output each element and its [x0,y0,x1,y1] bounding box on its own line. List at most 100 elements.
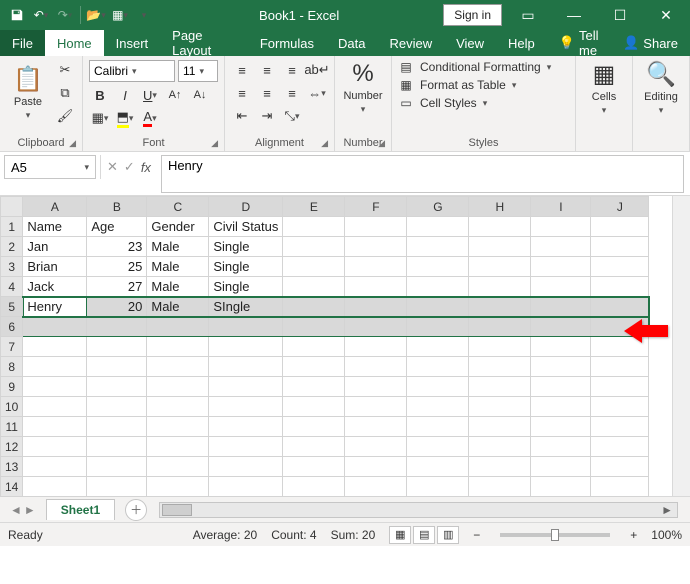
cell[interactable] [469,457,531,477]
cell[interactable] [531,357,591,377]
row-header[interactable]: 11 [1,417,23,437]
cell[interactable] [531,317,591,337]
open-icon[interactable]: 📂▾ [85,4,107,26]
increase-indent-icon[interactable]: ⇥ [256,106,278,126]
font-color-button[interactable]: A▾ [139,108,161,128]
sheet-tab-active[interactable]: Sheet1 [46,499,115,520]
cell[interactable]: Male [147,237,209,257]
cell[interactable] [87,317,147,337]
merge-center-icon[interactable]: ⇔▾ [306,83,328,103]
tab-review[interactable]: Review [377,30,444,56]
alignment-launcher-icon[interactable]: ◢ [321,138,328,149]
redo-icon[interactable]: ↷▾ [54,4,76,26]
name-box[interactable]: A5▾ [4,155,96,179]
column-header[interactable]: F [345,197,407,217]
cell[interactable]: Male [147,297,209,317]
cell[interactable] [531,237,591,257]
cell[interactable] [283,397,345,417]
cell[interactable] [209,477,283,497]
row-header[interactable]: 4 [1,277,23,297]
tab-view[interactable]: View [444,30,496,56]
cell[interactable] [147,437,209,457]
cell[interactable] [283,237,345,257]
zoom-slider[interactable] [500,533,610,537]
cell[interactable] [407,377,469,397]
cell[interactable] [345,277,407,297]
fx-icon[interactable]: fx [141,160,151,175]
row-header[interactable]: 1 [1,217,23,237]
cell[interactable]: Henry [23,297,87,317]
column-header[interactable]: H [469,197,531,217]
cell[interactable] [407,317,469,337]
cell[interactable] [531,257,591,277]
cell[interactable] [345,417,407,437]
row-header[interactable]: 14 [1,477,23,497]
sheet-nav-prev-icon[interactable]: ◄ [10,503,22,517]
cell[interactable] [469,437,531,457]
cell[interactable] [345,297,407,317]
editing-button[interactable]: 🔍 Editing ▾ [639,60,683,116]
align-top-icon[interactable]: ≡ [231,60,253,80]
cell[interactable] [87,357,147,377]
cell[interactable] [283,317,345,337]
cell[interactable] [345,437,407,457]
increase-font-icon[interactable]: A↑ [164,85,186,105]
column-header[interactable]: D [209,197,283,217]
cell[interactable] [345,337,407,357]
cell[interactable] [87,337,147,357]
align-right-icon[interactable]: ≡ [281,83,303,103]
cell[interactable] [469,377,531,397]
cell[interactable] [345,257,407,277]
cell[interactable] [283,417,345,437]
qat-customize-icon[interactable]: ▾ [133,4,155,26]
cell[interactable] [531,477,591,497]
tab-file[interactable]: File [0,30,45,56]
cell[interactable] [591,297,649,317]
cell[interactable] [345,477,407,497]
row-header[interactable]: 13 [1,457,23,477]
cell[interactable] [147,397,209,417]
column-header[interactable]: J [591,197,649,217]
cell[interactable] [407,257,469,277]
cell[interactable] [87,477,147,497]
cell[interactable] [407,397,469,417]
cell[interactable] [209,357,283,377]
cell[interactable] [283,377,345,397]
undo-icon[interactable]: ↶▾ [30,4,52,26]
cell[interactable] [531,377,591,397]
align-bottom-icon[interactable]: ≡ [281,60,303,80]
cell[interactable] [23,417,87,437]
cell[interactable] [147,337,209,357]
tab-help[interactable]: Help [496,30,547,56]
column-header[interactable]: I [531,197,591,217]
cell[interactable] [23,317,87,337]
decrease-indent-icon[interactable]: ⇤ [231,106,253,126]
tab-page-layout[interactable]: Page Layout [160,30,248,56]
ribbon-options-icon[interactable]: ▭ [508,0,548,30]
number-format-button[interactable]: % Number ▾ [341,60,385,115]
formula-input[interactable]: Henry [161,155,684,193]
enter-formula-icon[interactable]: ✓ [124,159,135,175]
wrap-text-icon[interactable]: ab↵ [306,60,328,80]
column-header[interactable]: G [407,197,469,217]
cell[interactable] [283,337,345,357]
cell[interactable] [591,257,649,277]
minimize-icon[interactable]: — [554,0,594,30]
clipboard-launcher-icon[interactable]: ◢ [69,138,76,149]
cell[interactable] [283,217,345,237]
cell[interactable] [469,237,531,257]
zoom-in-button[interactable]: + [630,528,637,542]
align-center-icon[interactable]: ≡ [256,83,278,103]
number-launcher-icon[interactable]: ◢ [378,138,385,149]
cell[interactable] [531,337,591,357]
cell[interactable]: Single [209,277,283,297]
cell[interactable] [23,457,87,477]
format-painter-icon[interactable]: 🖌 [54,106,76,126]
view-page-break-icon[interactable]: ▥ [437,526,459,544]
cell[interactable] [23,337,87,357]
align-middle-icon[interactable]: ≡ [256,60,278,80]
cell[interactable]: Male [147,257,209,277]
cell[interactable] [591,217,649,237]
decrease-font-icon[interactable]: A↓ [189,85,211,105]
cell[interactable]: SIngle [209,297,283,317]
